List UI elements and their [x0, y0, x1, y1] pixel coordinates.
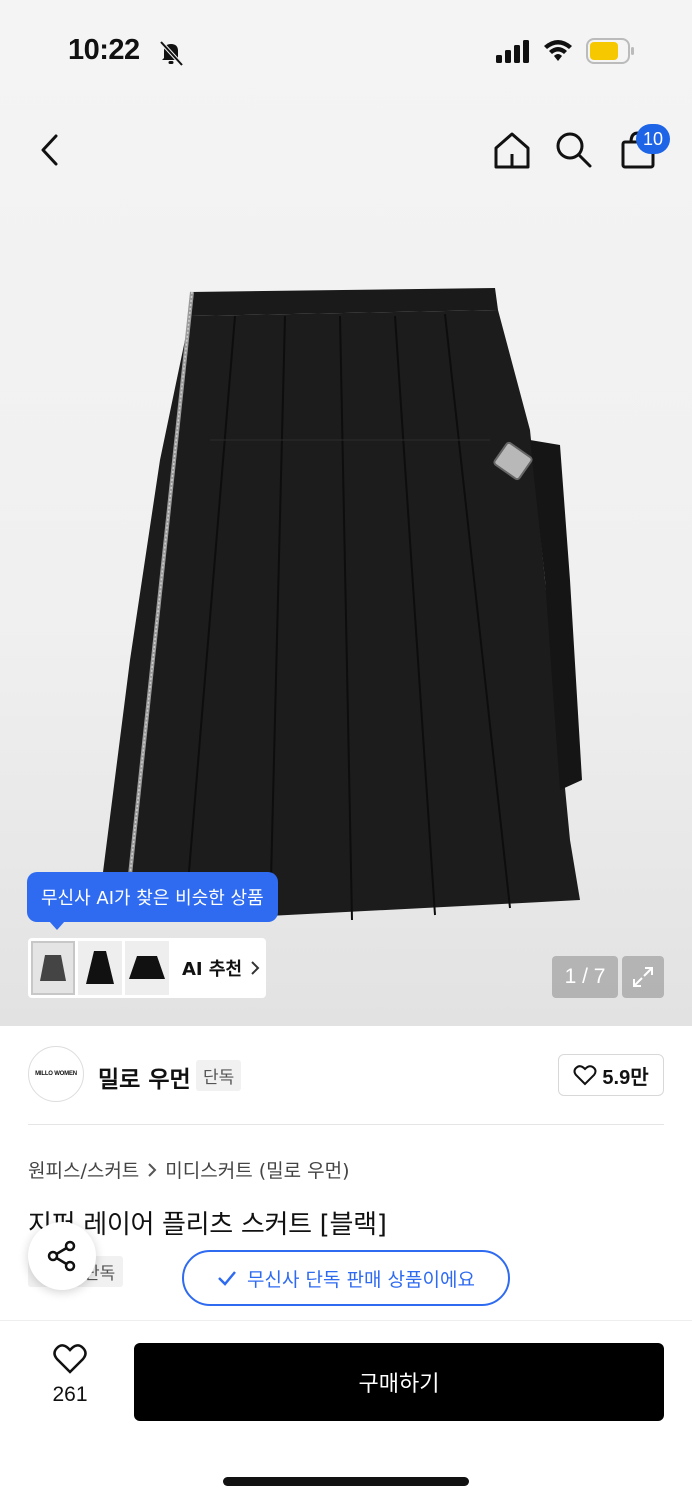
brand-name[interactable]: 밀로 우먼	[98, 1060, 191, 1094]
divider	[28, 1124, 664, 1125]
status-time: 10:22	[68, 34, 140, 66]
buy-button[interactable]: 구매하기	[134, 1343, 664, 1421]
product-image-gallery[interactable]: 10:22 10 무신사 AI가 찾은 비슷한 상품 AI 추천 1 / 7	[0, 0, 692, 1026]
chevron-right-icon	[251, 961, 260, 975]
ai-thumbnail-2[interactable]	[78, 941, 122, 995]
breadcrumb-subcategory[interactable]: 미디스커트 (밀로 우먼)	[165, 1156, 349, 1183]
chevron-right-icon	[148, 1162, 157, 1177]
home-button[interactable]	[488, 126, 536, 174]
wifi-icon	[544, 40, 572, 61]
ai-thumbnail-3[interactable]	[125, 941, 169, 995]
brand-like-button[interactable]: 5.9만	[558, 1054, 664, 1096]
exclusive-tag: 단독	[196, 1060, 242, 1091]
brand-logo[interactable]: MILLO WOMEN	[28, 1046, 84, 1102]
expand-icon	[633, 967, 653, 987]
expand-image-button[interactable]	[622, 956, 664, 998]
image-page-indicator: 1 / 7	[552, 956, 618, 998]
wishlist-count: 261	[52, 1383, 88, 1406]
cellular-signal-icon	[496, 40, 529, 63]
battery-icon	[586, 38, 634, 64]
bell-slash-icon	[159, 40, 184, 67]
search-button[interactable]	[550, 126, 598, 174]
ai-thumbnail-1[interactable]	[31, 941, 75, 995]
brand-row: MILLO WOMEN 밀로 우먼 단독 5.9만	[28, 1046, 664, 1104]
share-icon	[47, 1240, 76, 1272]
chevron-left-icon	[41, 134, 58, 166]
cart-count-badge: 10	[636, 124, 670, 154]
share-button[interactable]	[28, 1222, 96, 1290]
checkmark-icon	[218, 1271, 237, 1286]
home-icon	[494, 132, 530, 169]
status-bar: 10:22	[0, 0, 692, 100]
breadcrumb: 원피스/스커트 미디스커트 (밀로 우먼)	[28, 1156, 350, 1183]
ai-recommend-label[interactable]: AI 추천	[182, 955, 242, 981]
breadcrumb-category[interactable]: 원피스/스커트	[28, 1156, 139, 1183]
back-button[interactable]	[26, 126, 74, 174]
skirt-product-image	[102, 288, 582, 921]
brand-like-count: 5.9만	[602, 1066, 649, 1089]
bottom-action-bar: 261 구매하기	[0, 1320, 692, 1500]
heart-icon	[573, 1065, 597, 1086]
home-indicator	[223, 1477, 469, 1486]
ai-recommendation-strip[interactable]: AI 추천	[28, 938, 266, 998]
exclusive-notice-text: 무신사 단독 판매 상품이에요	[247, 1268, 475, 1291]
exclusive-notice-pill[interactable]: 무신사 단독 판매 상품이에요	[182, 1250, 510, 1306]
heart-icon	[53, 1344, 87, 1374]
ai-similar-tooltip[interactable]: 무신사 AI가 찾은 비슷한 상품	[27, 872, 278, 930]
search-icon	[556, 132, 592, 168]
wishlist-button[interactable]: 261	[40, 1343, 100, 1407]
